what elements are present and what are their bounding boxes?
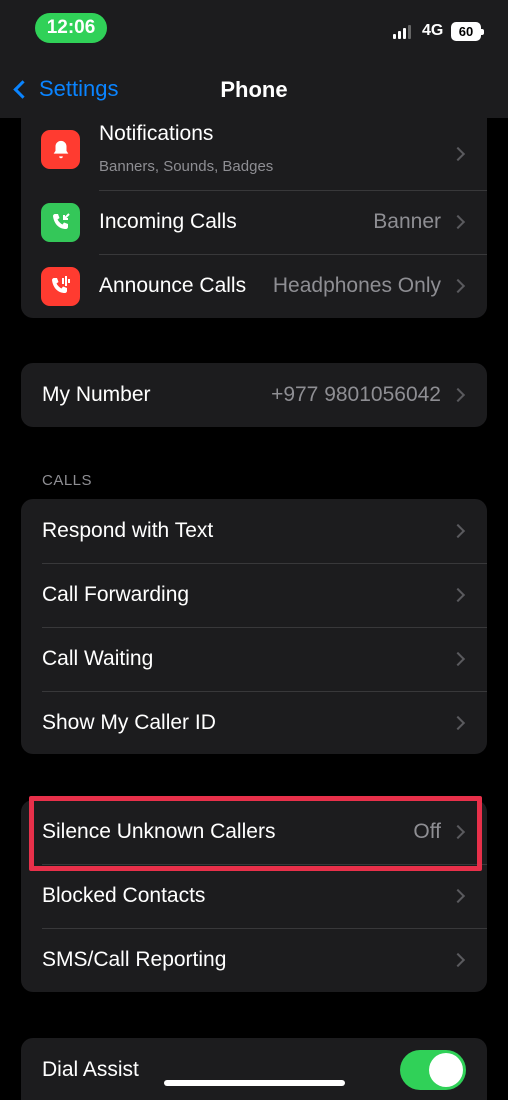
incoming-calls-value: Banner — [373, 210, 441, 233]
sms-call-reporting-label: SMS/Call Reporting — [42, 948, 227, 971]
show-caller-id-label: Show My Caller ID — [42, 711, 216, 734]
dial-assist-label: Dial Assist — [42, 1058, 139, 1081]
incoming-calls-row[interactable]: Incoming Calls Banner — [21, 190, 487, 254]
incoming-calls-label: Incoming Calls — [99, 210, 237, 233]
announce-calls-icon — [41, 266, 80, 306]
show-caller-id-row[interactable]: Show My Caller ID — [21, 691, 487, 754]
respond-with-text-row[interactable]: Respond with Text — [21, 499, 487, 563]
chevron-right-icon — [450, 387, 466, 403]
call-forwarding-row[interactable]: Call Forwarding — [21, 563, 487, 627]
sms-call-reporting-row[interactable]: SMS/Call Reporting — [21, 928, 487, 992]
announce-calls-value: Headphones Only — [272, 274, 441, 297]
chevron-right-icon — [450, 952, 466, 968]
chevron-right-icon — [450, 888, 466, 904]
bell-icon — [41, 130, 80, 169]
silence-unknown-callers-label: Silence Unknown Callers — [42, 820, 276, 843]
home-indicator[interactable] — [164, 1080, 345, 1086]
notifications-row[interactable]: Notifications Banners, Sounds, Badges — [21, 118, 487, 190]
network-type: 4G — [422, 22, 444, 39]
status-bar: 12:06 4G 60 — [0, 0, 508, 56]
respond-with-text-label: Respond with Text — [42, 519, 214, 542]
toggle-knob — [429, 1053, 463, 1087]
blocked-contacts-label: Blocked Contacts — [42, 884, 206, 907]
my-number-value: +977 9801056042 — [271, 383, 441, 406]
navigation-bar: Phone Settings — [0, 56, 508, 118]
chevron-right-icon — [450, 278, 466, 294]
chevron-right-icon — [450, 824, 466, 840]
chevron-right-icon — [450, 214, 466, 230]
chevron-right-icon — [450, 146, 466, 162]
my-number-row[interactable]: My Number +977 9801056042 — [21, 363, 487, 427]
chevron-right-icon — [450, 715, 466, 731]
my-number-group: My Number +977 9801056042 — [21, 363, 487, 427]
silence-unknown-callers-value: Off — [413, 820, 441, 843]
dial-assist-row: Dial Assist — [21, 1038, 487, 1100]
dial-assist-toggle[interactable] — [400, 1050, 466, 1090]
back-button-label: Settings — [39, 76, 119, 101]
notifications-subtitle: Banners, Sounds, Badges — [99, 158, 274, 175]
battery-icon: 60 — [451, 22, 484, 41]
incoming-call-icon — [41, 202, 80, 242]
silence-unknown-callers-row[interactable]: Silence Unknown Callers Off — [21, 800, 487, 864]
calls-group: Respond with Text Call Forwarding Call W… — [21, 499, 487, 754]
chevron-right-icon — [450, 523, 466, 539]
my-number-label: My Number — [42, 383, 151, 406]
announce-calls-label: Announce Calls — [99, 274, 247, 297]
notifications-group: Notifications Banners, Sounds, Badges In… — [21, 118, 487, 318]
call-waiting-row[interactable]: Call Waiting — [21, 627, 487, 691]
announce-calls-row[interactable]: Announce Calls Headphones Only — [21, 254, 487, 318]
calls-section-header: CALLS — [42, 472, 93, 489]
call-waiting-label: Call Waiting — [42, 647, 154, 670]
notifications-label: Notifications — [99, 122, 214, 145]
chevron-left-icon — [13, 79, 32, 99]
blocking-group: Silence Unknown Callers Off Blocked Cont… — [21, 800, 487, 992]
call-forwarding-label: Call Forwarding — [42, 583, 190, 606]
chevron-right-icon — [450, 651, 466, 667]
blocked-contacts-row[interactable]: Blocked Contacts — [21, 864, 487, 928]
status-time: 12:06 — [35, 13, 107, 43]
back-button[interactable]: Settings — [10, 76, 119, 102]
chevron-right-icon — [450, 587, 466, 603]
dial-assist-group: Dial Assist — [21, 1038, 487, 1100]
cellular-signal-icon — [393, 25, 413, 39]
